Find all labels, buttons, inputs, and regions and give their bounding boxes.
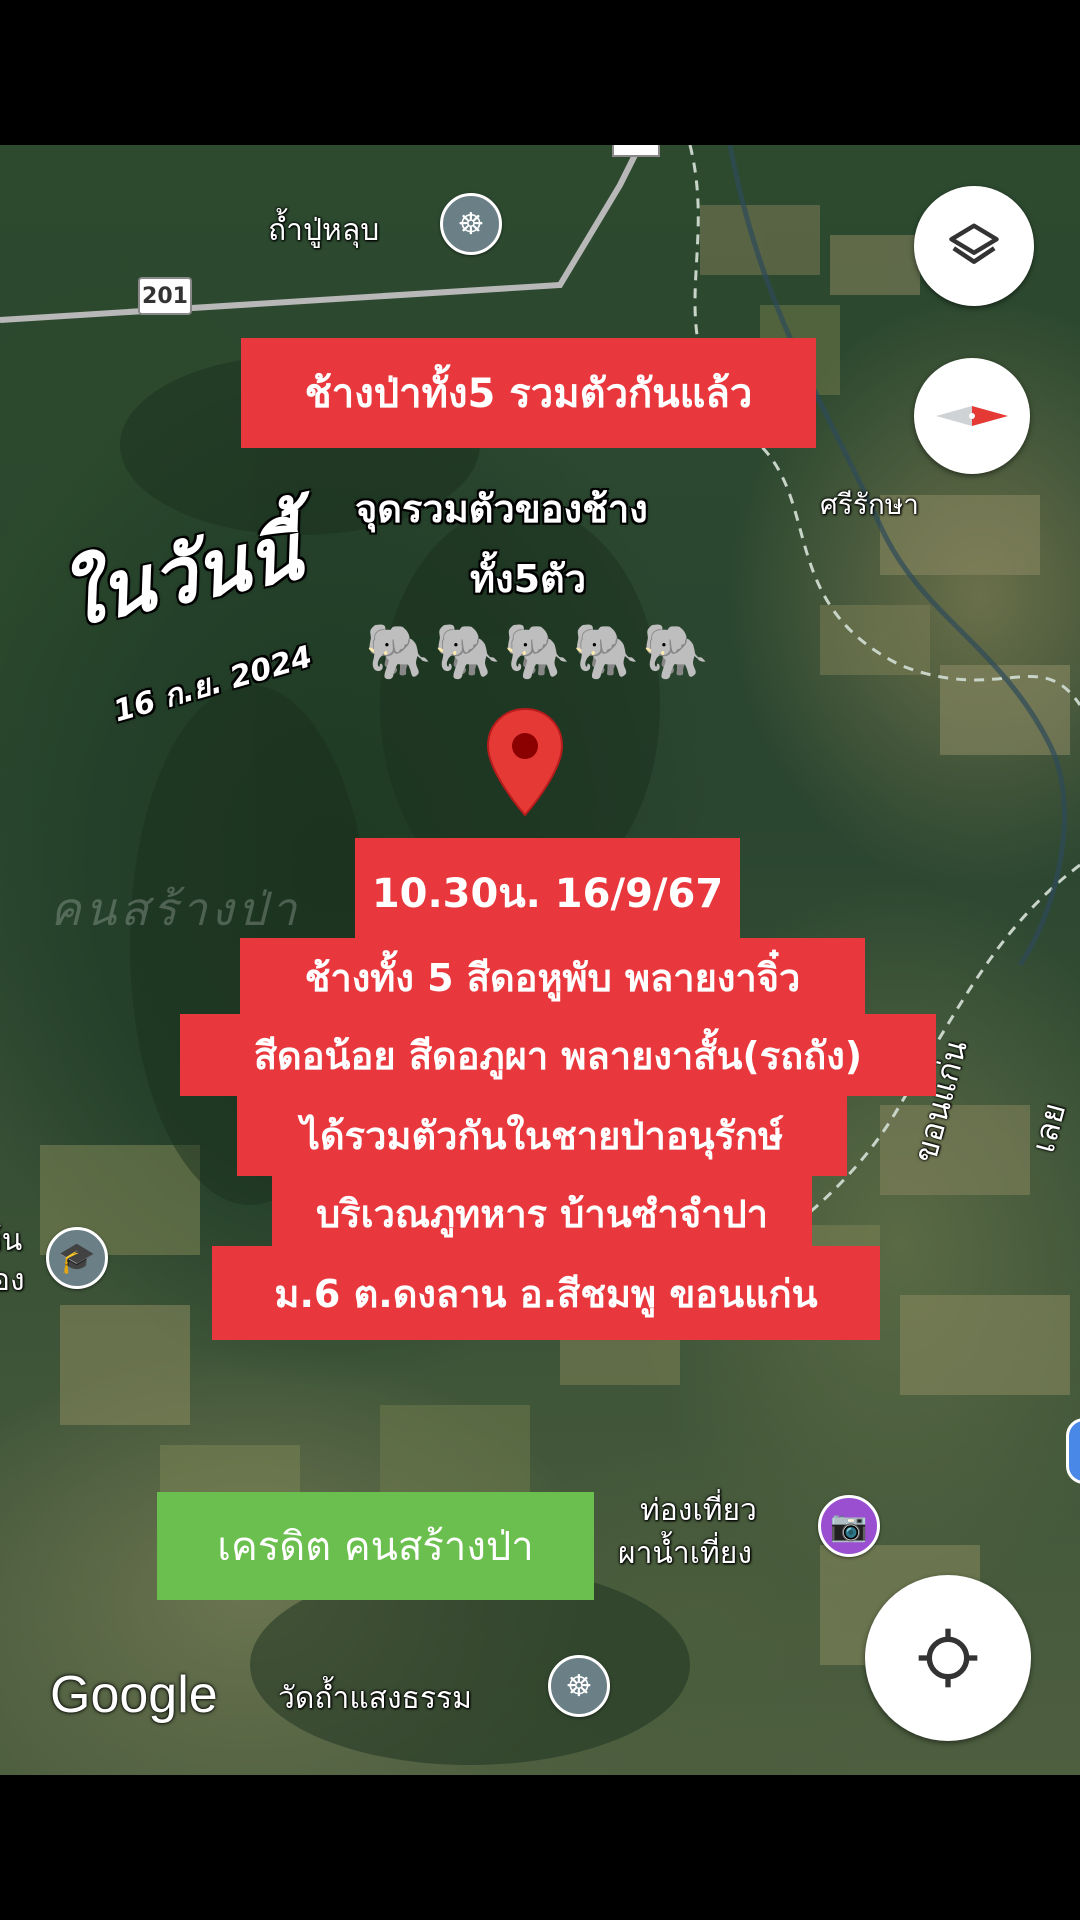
info-line-1: ช้างทั้ง 5 สีดอหูพับ พลายงาจิ๋ว [240, 938, 865, 1016]
info-line-5: ม.6 ต.ดงลาน อ.สีชมพู ขอนแก่น [212, 1246, 880, 1340]
dharma-wheel-icon[interactable]: ☸ [548, 1655, 610, 1717]
place-label-tourism-2[interactable]: ผาน้ำเที่ยง [618, 1530, 752, 1577]
camera-icon[interactable]: 📷 [818, 1495, 880, 1557]
info-line-4: บริเวณภูทหาร บ้านซำจำปา [272, 1174, 812, 1252]
gather-point-line2: ทั้ง5ตัว [470, 557, 587, 601]
place-label-tourism[interactable]: ท่องเที่ยว [640, 1487, 757, 1534]
my-location-icon [918, 1628, 978, 1688]
map-pin-icon[interactable] [486, 707, 564, 821]
top-road-sign [612, 145, 660, 157]
info-time: 10.30น. 16/9/67 [355, 838, 740, 948]
credit-badge: เครดิต คนสร้างป่า [157, 1492, 594, 1600]
edge-marker[interactable] [1066, 1418, 1080, 1484]
google-logo: Google [50, 1666, 218, 1724]
elephant-emojis: 🐘🐘🐘🐘🐘 [365, 620, 712, 683]
info-line-2: สีดอน้อย สีดอภูผา พลายงาสั้น(รถถัง) [180, 1014, 936, 1096]
my-location-button[interactable] [865, 1575, 1031, 1741]
place-label-wat[interactable]: วัดถ้ำแสงธรรม [278, 1675, 472, 1722]
place-label-tham-pu-lup[interactable]: ถ้ำปู่หลุบ [268, 207, 379, 254]
headline-banner: ช้างป่าทั้ง5 รวมตัวกันแล้ว [241, 338, 816, 448]
info-line-3: ได้รวมตัวกันในชายป่าอนุรักษ์ [237, 1094, 847, 1176]
graduation-cap-icon[interactable]: 🎓 [46, 1227, 108, 1289]
gather-point-line1: จุดรวมตัวของช้าง [355, 487, 648, 531]
compass-button[interactable] [914, 358, 1030, 474]
layers-icon [949, 223, 999, 264]
layers-button[interactable] [914, 186, 1034, 306]
route-shield: 201 [138, 277, 192, 315]
compass-icon [936, 406, 1008, 426]
place-label-left-edge-2[interactable]: อง [0, 1257, 25, 1304]
dharma-wheel-icon[interactable]: ☸ [440, 193, 502, 255]
watermark-text: คนสร้างป่า [50, 882, 301, 936]
place-label-si-rak-sa[interactable]: ศรีรักษา [820, 483, 919, 527]
